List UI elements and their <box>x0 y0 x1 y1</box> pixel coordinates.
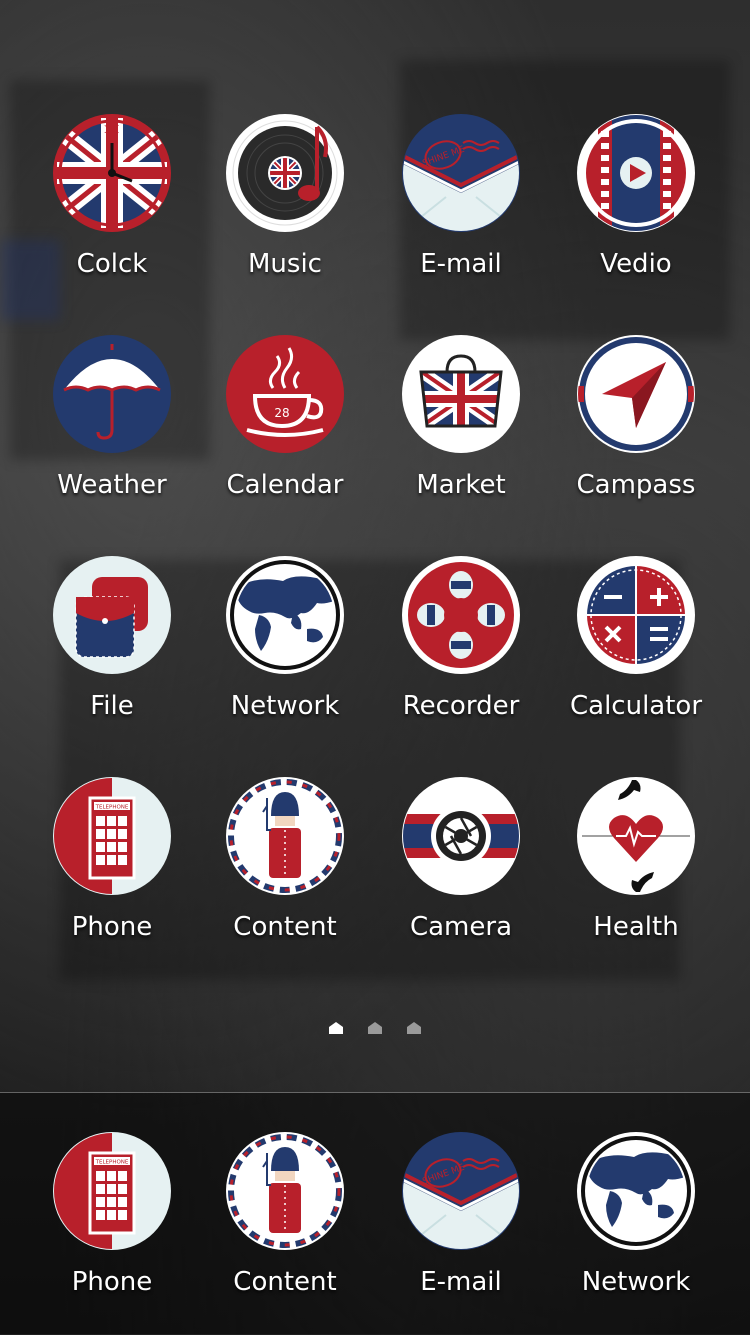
app-label: Network <box>581 1267 691 1297</box>
reel-icon <box>401 555 521 675</box>
app-label: Calendar <box>226 470 344 500</box>
dock-app-content[interactable]: Content <box>200 1131 370 1297</box>
app-label: File <box>90 691 134 721</box>
app-label: Content <box>233 1267 337 1297</box>
app-recorder[interactable]: Recorder <box>376 555 546 721</box>
calculator-operators-icon <box>576 555 696 675</box>
app-label: Weather <box>57 470 167 500</box>
app-label: Market <box>416 470 506 500</box>
app-label: E-mail <box>420 249 502 279</box>
app-label: Calculator <box>569 691 703 721</box>
camera-aperture-icon <box>401 776 521 896</box>
union-jack-shopping-bag-icon <box>401 334 521 454</box>
app-phone[interactable]: Phone <box>27 776 197 942</box>
folder-pouch-icon <box>52 555 172 675</box>
globe-map-icon <box>225 555 345 675</box>
app-clock[interactable]: Colck <box>27 113 197 279</box>
film-strip-play-icon <box>576 113 696 233</box>
telephone-booth-icon <box>52 776 172 896</box>
app-compass[interactable]: Campass <box>551 334 721 500</box>
app-label: Phone <box>71 912 153 942</box>
app-label: Phone <box>71 1267 153 1297</box>
app-market[interactable]: Market <box>376 334 546 500</box>
app-label: Health <box>593 912 679 942</box>
app-label: Content <box>233 912 337 942</box>
dock-app-network[interactable]: Network <box>551 1131 721 1297</box>
app-label: Network <box>230 691 340 721</box>
app-label: E-mail <box>420 1267 502 1297</box>
page-indicator[interactable] <box>0 1020 750 1039</box>
coffee-cup-icon <box>225 334 345 454</box>
royal-guard-icon <box>225 1131 345 1251</box>
app-label: Vedio <box>600 249 672 279</box>
dock: Phone Content E-mail Network <box>0 1092 750 1335</box>
dock-app-phone[interactable]: Phone <box>27 1131 197 1297</box>
page-dot[interactable] <box>367 1021 383 1035</box>
app-calendar[interactable]: Calendar <box>200 334 370 500</box>
app-camera[interactable]: Camera <box>376 776 546 942</box>
umbrella-icon <box>52 334 172 454</box>
globe-map-icon <box>576 1131 696 1251</box>
vinyl-record-music-icon <box>225 113 345 233</box>
app-label: Music <box>248 249 322 279</box>
dock-app-email[interactable]: E-mail <box>376 1131 546 1297</box>
app-video[interactable]: Vedio <box>551 113 721 279</box>
app-label: Recorder <box>402 691 520 721</box>
envelope-stamp-icon <box>401 113 521 233</box>
union-jack-clock-icon <box>52 113 172 233</box>
royal-guard-icon <box>225 776 345 896</box>
app-label: Colck <box>76 249 148 279</box>
app-label: Camera <box>409 912 513 942</box>
app-music[interactable]: Music <box>200 113 370 279</box>
app-content[interactable]: Content <box>200 776 370 942</box>
envelope-stamp-icon <box>401 1131 521 1251</box>
telephone-booth-icon <box>52 1131 172 1251</box>
app-calculator[interactable]: Calculator <box>551 555 721 721</box>
heart-hands-icon <box>576 776 696 896</box>
app-label: Campass <box>576 470 696 500</box>
app-health[interactable]: Health <box>551 776 721 942</box>
app-file[interactable]: File <box>27 555 197 721</box>
page-dot[interactable] <box>406 1021 422 1035</box>
app-network[interactable]: Network <box>200 555 370 721</box>
app-weather[interactable]: Weather <box>27 334 197 500</box>
page-dot-active[interactable] <box>328 1021 344 1035</box>
compass-arrow-icon <box>576 334 696 454</box>
app-email[interactable]: E-mail <box>376 113 546 279</box>
